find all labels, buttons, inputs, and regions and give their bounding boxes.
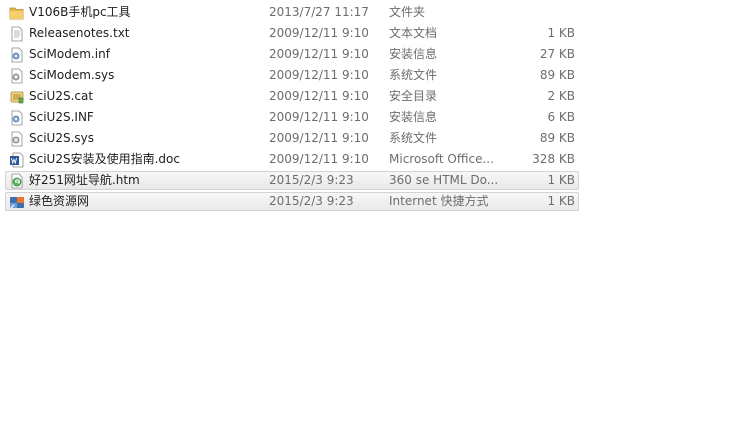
setup-info-icon bbox=[9, 110, 25, 126]
file-name: Releasenotes.txt bbox=[29, 26, 130, 40]
file-type: Microsoft Office... bbox=[389, 152, 494, 166]
file-type: 文件夹 bbox=[389, 5, 426, 19]
text-file-icon bbox=[9, 26, 25, 42]
file-type: 安全目录 bbox=[389, 89, 438, 103]
file-list: V106B手机pc工具 2013/7/27 11:17 文件夹 Releasen… bbox=[5, 3, 579, 213]
file-size: 1 KB bbox=[547, 194, 575, 208]
file-row[interactable]: SciModem.sys 2009/12/11 9:10 系统文件 89 KB bbox=[5, 66, 579, 85]
file-type: 安装信息 bbox=[389, 47, 438, 61]
file-name: 好251网址导航.htm bbox=[29, 173, 140, 187]
file-type: Internet 快捷方式 bbox=[389, 194, 489, 208]
file-date-modified: 2015/2/3 9:23 bbox=[269, 173, 354, 187]
file-date-modified: 2009/12/11 9:10 bbox=[269, 26, 369, 40]
file-size: 328 KB bbox=[532, 152, 575, 166]
file-name: SciU2S安装及使用指南.doc bbox=[29, 152, 180, 166]
file-size: 27 KB bbox=[539, 47, 575, 61]
security-catalog-icon bbox=[9, 89, 25, 105]
file-date-modified: 2009/12/11 9:10 bbox=[269, 47, 369, 61]
file-row[interactable]: 好251网址导航.htm 2015/2/3 9:23 360 se HTML D… bbox=[5, 171, 579, 190]
file-type: 360 se HTML Do... bbox=[389, 173, 499, 187]
folder-icon bbox=[9, 5, 25, 21]
file-row[interactable]: SciU2S.INF 2009/12/11 9:10 安装信息 6 KB bbox=[5, 108, 579, 127]
file-name: SciModem.sys bbox=[29, 68, 115, 82]
file-type: 文本文档 bbox=[389, 26, 438, 40]
file-name: SciU2S.INF bbox=[29, 110, 94, 124]
file-row[interactable]: SciModem.inf 2009/12/11 9:10 安装信息 27 KB bbox=[5, 45, 579, 64]
file-size: 89 KB bbox=[539, 68, 575, 82]
file-type: 系统文件 bbox=[389, 131, 438, 145]
file-row[interactable]: SciU2S.cat 2009/12/11 9:10 安全目录 2 KB bbox=[5, 87, 579, 106]
file-name: V106B手机pc工具 bbox=[29, 5, 131, 19]
file-row[interactable]: 绿色资源网 2015/2/3 9:23 Internet 快捷方式 1 KB bbox=[5, 192, 579, 211]
file-date-modified: 2013/7/27 11:17 bbox=[269, 5, 369, 19]
system-file-icon bbox=[9, 68, 25, 84]
file-date-modified: 2015/2/3 9:23 bbox=[269, 194, 354, 208]
file-size: 2 KB bbox=[547, 89, 575, 103]
system-file-icon bbox=[9, 131, 25, 147]
file-row[interactable]: SciU2S安装及使用指南.doc 2009/12/11 9:10 Micros… bbox=[5, 150, 579, 169]
file-name: SciU2S.sys bbox=[29, 131, 95, 145]
file-size: 1 KB bbox=[547, 26, 575, 40]
file-name: SciU2S.cat bbox=[29, 89, 94, 103]
file-name: SciModem.inf bbox=[29, 47, 110, 61]
file-size: 89 KB bbox=[539, 131, 575, 145]
file-name: 绿色资源网 bbox=[29, 194, 90, 208]
file-type: 安装信息 bbox=[389, 110, 438, 124]
file-row[interactable]: V106B手机pc工具 2013/7/27 11:17 文件夹 bbox=[5, 3, 579, 22]
file-size: 1 KB bbox=[547, 173, 575, 187]
file-size: 6 KB bbox=[547, 110, 575, 124]
file-date-modified: 2009/12/11 9:10 bbox=[269, 89, 369, 103]
internet-shortcut-icon bbox=[9, 194, 25, 210]
file-date-modified: 2009/12/11 9:10 bbox=[269, 152, 369, 166]
setup-info-icon bbox=[9, 47, 25, 63]
word-document-icon bbox=[9, 152, 25, 168]
file-date-modified: 2009/12/11 9:10 bbox=[269, 68, 369, 82]
file-date-modified: 2009/12/11 9:10 bbox=[269, 131, 369, 145]
html-file-icon bbox=[9, 173, 25, 189]
file-row[interactable]: Releasenotes.txt 2009/12/11 9:10 文本文档 1 … bbox=[5, 24, 579, 43]
file-row[interactable]: SciU2S.sys 2009/12/11 9:10 系统文件 89 KB bbox=[5, 129, 579, 148]
file-date-modified: 2009/12/11 9:10 bbox=[269, 110, 369, 124]
file-type: 系统文件 bbox=[389, 68, 438, 82]
